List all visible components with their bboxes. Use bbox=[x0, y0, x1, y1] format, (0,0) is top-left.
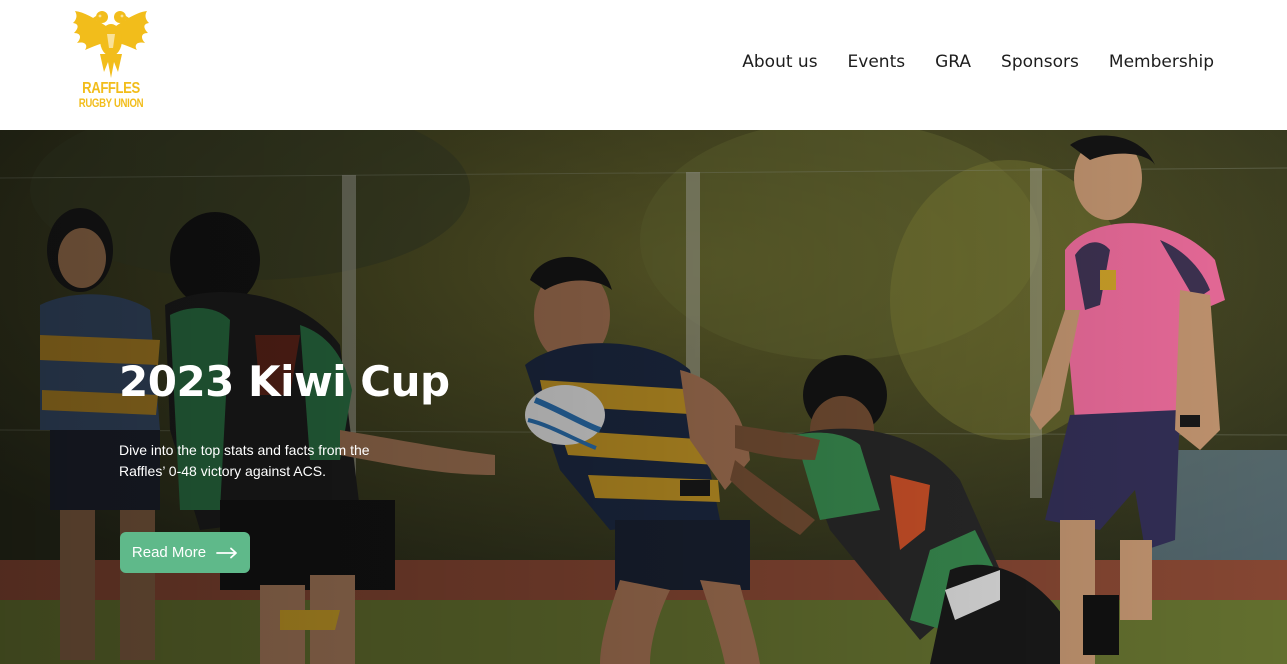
hero-description: Dive into the top stats and facts from t… bbox=[119, 442, 370, 479]
hero-banner: 2023 Kiwi Cup Dive into the top stats an… bbox=[0, 130, 1287, 664]
site-header: RAFFLES RUGBY UNION About us Events GRA … bbox=[0, 0, 1287, 130]
nav-item-about-us[interactable]: About us bbox=[742, 50, 817, 74]
read-more-label: Read More bbox=[131, 544, 207, 561]
read-more-button[interactable]: Read More bbox=[120, 532, 250, 573]
hero-title: 2023 Kiwi Cup bbox=[119, 357, 450, 406]
arrow-right-icon bbox=[216, 547, 237, 558]
nav-item-gra[interactable]: GRA bbox=[935, 50, 971, 74]
nav-item-sponsors[interactable]: Sponsors bbox=[1001, 50, 1079, 74]
main-nav: About us Events GRA Sponsors Membership bbox=[742, 50, 1214, 74]
site-logo[interactable]: RAFFLES RUGBY UNION bbox=[72, 8, 150, 112]
phoenix-icon bbox=[73, 11, 149, 78]
nav-item-events[interactable]: Events bbox=[848, 50, 906, 74]
logo-wordmark-line2: RUGBY UNION bbox=[78, 96, 144, 110]
nav-item-membership[interactable]: Membership bbox=[1109, 50, 1214, 74]
